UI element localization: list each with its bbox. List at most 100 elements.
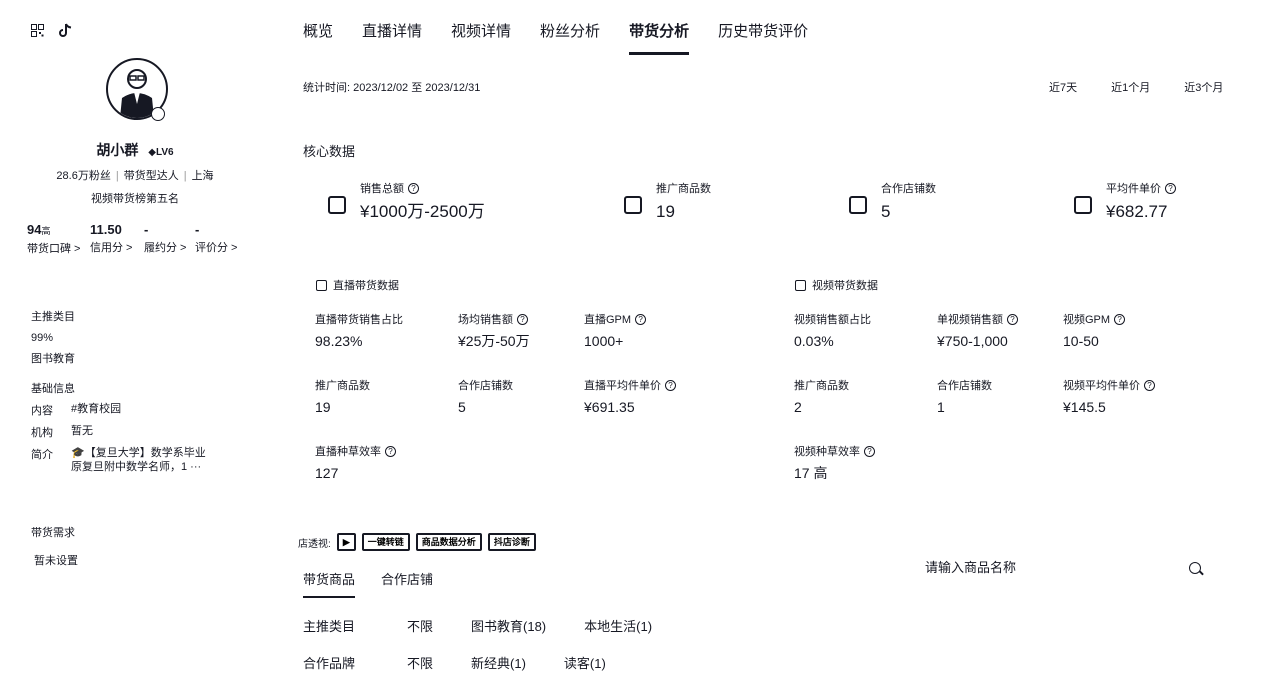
tools-label: 店透视: bbox=[298, 538, 331, 550]
core-value: ¥682.77 bbox=[1106, 202, 1168, 221]
creator-city: 上海 bbox=[191, 170, 214, 182]
level-label: LV6 bbox=[155, 147, 174, 158]
core-products: 推广商品数 19 bbox=[624, 182, 711, 224]
period-3m[interactable]: 近3个月 bbox=[1184, 79, 1223, 95]
score-credit[interactable]: 11.50 信用分 > bbox=[90, 222, 144, 257]
score-review[interactable]: - 评价分 > bbox=[195, 222, 250, 257]
metric-label: 直播GPM bbox=[584, 314, 632, 326]
filter-brand: 合作品牌 不限 新经典(1) 读客(1) bbox=[303, 653, 644, 672]
intro-line: 原复旦附中数学名师，1 ··· bbox=[71, 461, 202, 473]
period-1m[interactable]: 近1个月 bbox=[1111, 79, 1150, 95]
search-icon[interactable] bbox=[1189, 562, 1201, 574]
help-icon[interactable]: ? bbox=[635, 314, 647, 325]
score-reputation[interactable]: 94高 带货口碑 > bbox=[27, 222, 90, 257]
filter-option[interactable]: 新经典(1) bbox=[471, 653, 526, 672]
douyin-logo-icon[interactable] bbox=[59, 23, 72, 41]
tab-overview[interactable]: 概览 bbox=[303, 20, 333, 55]
help-icon[interactable]: ? bbox=[517, 314, 528, 325]
metric-label: 单视频销售额 bbox=[937, 314, 1003, 326]
product-analysis-button[interactable]: 商品数据分析 bbox=[415, 533, 482, 551]
filter-option[interactable]: 不限 bbox=[407, 616, 433, 635]
price-icon bbox=[1074, 196, 1092, 214]
metric-label: 场均销售额 bbox=[458, 314, 513, 326]
profile-meta: 28.6万粉丝 | 带货型达人 | 上海 bbox=[0, 167, 270, 183]
tab-shops[interactable]: 合作店铺 bbox=[381, 569, 433, 598]
score-value: 94 bbox=[27, 222, 42, 237]
help-icon[interactable]: ? bbox=[1165, 183, 1176, 194]
goods-search bbox=[925, 560, 1205, 580]
score-label: 履约分 > bbox=[144, 242, 187, 254]
metric-value: 98.23% bbox=[315, 333, 363, 349]
tab-fans-analysis[interactable]: 粉丝分析 bbox=[540, 20, 600, 55]
shop-diagnosis-button[interactable]: 抖店诊断 bbox=[487, 533, 536, 551]
filter-option[interactable]: 本地生活(1) bbox=[584, 616, 652, 635]
demand-title: 带货需求 bbox=[31, 527, 75, 539]
help-icon[interactable]: ? bbox=[1144, 380, 1155, 391]
rank-title: 视频带货榜第五名 bbox=[91, 193, 179, 205]
score-fulfillment[interactable]: - 履约分 > bbox=[144, 222, 195, 257]
score-label: 带货口碑 > bbox=[27, 243, 81, 255]
qrcode-icon[interactable] bbox=[31, 24, 44, 40]
filter-key: 合作品牌 bbox=[303, 656, 356, 671]
metric-value: ¥145.5 bbox=[1063, 399, 1106, 415]
info-value[interactable]: #教育校园 bbox=[71, 402, 231, 418]
main-category-title: 主推类目 bbox=[31, 311, 75, 323]
tab-sales-analysis[interactable]: 带货分析 bbox=[629, 20, 690, 55]
info-label: 简介 bbox=[31, 449, 53, 461]
video-title: 视频带货数据 bbox=[812, 280, 878, 292]
live-metric: 合作店铺数 5 bbox=[458, 379, 513, 416]
score-list: 94高 带货口碑 > 11.50 信用分 > - 履约分 > - 评价分 > bbox=[27, 222, 250, 257]
fans-count: 28.6万粉丝 bbox=[56, 170, 111, 182]
period-7d[interactable]: 近7天 bbox=[1049, 79, 1077, 95]
live-metric: 场均销售额? ¥25万-50万 bbox=[458, 313, 530, 350]
filter-option[interactable]: 图书教育(18) bbox=[471, 616, 546, 635]
shop-icon bbox=[849, 196, 867, 214]
stat-range-label: 统计时间: bbox=[303, 82, 351, 94]
help-icon[interactable]: ? bbox=[1007, 314, 1018, 325]
help-icon[interactable]: ? bbox=[408, 183, 419, 194]
video-metric: 推广商品数 2 bbox=[794, 379, 849, 416]
core-avg-price: 平均件单价? ¥682.77 bbox=[1074, 182, 1176, 224]
filter-option[interactable]: 读客(1) bbox=[564, 653, 606, 672]
metric-value: 1 bbox=[937, 399, 945, 415]
score-label: 信用分 > bbox=[90, 242, 133, 254]
tab-video-detail[interactable]: 视频详情 bbox=[451, 20, 511, 55]
metric-label: 视频平均件单价 bbox=[1063, 380, 1140, 392]
profile-name-row: 胡小群 ◆LV6 bbox=[0, 140, 270, 160]
metric-label: 视频种草效率 bbox=[794, 446, 860, 458]
main-category-name: 图书教育 bbox=[31, 353, 75, 365]
metric-value: ¥691.35 bbox=[584, 399, 635, 415]
video-icon bbox=[795, 279, 806, 291]
live-section-title: 直播带货数据 bbox=[316, 277, 399, 293]
help-icon[interactable]: ? bbox=[665, 380, 676, 391]
live-title: 直播带货数据 bbox=[333, 280, 399, 292]
search-input[interactable] bbox=[925, 560, 1175, 575]
core-value: ¥1000万-2500万 bbox=[360, 202, 485, 221]
info-value: 暂无 bbox=[71, 425, 93, 437]
info-intro-value[interactable]: 🎓【复旦大学】数学系毕业 原复旦附中数学名师，1 ··· bbox=[71, 446, 231, 474]
one-click-link-button[interactable]: 一键转链 bbox=[361, 533, 410, 551]
basic-info-title: 基础信息 bbox=[31, 383, 75, 395]
metric-label: 直播平均件单价 bbox=[584, 380, 661, 392]
tab-goods[interactable]: 带货商品 bbox=[303, 569, 356, 598]
score-value: - bbox=[195, 222, 200, 237]
help-icon[interactable]: ? bbox=[864, 446, 875, 457]
filter-option[interactable]: 不限 bbox=[407, 653, 433, 672]
tab-history-review[interactable]: 历史带货评价 bbox=[718, 20, 808, 55]
metric-label: 合作店铺数 bbox=[458, 380, 513, 392]
divider: | bbox=[183, 170, 187, 182]
live-icon bbox=[316, 279, 327, 291]
metric-label: 视频销售额占比 bbox=[794, 314, 871, 326]
tab-live-detail[interactable]: 直播详情 bbox=[362, 20, 422, 55]
help-icon[interactable]: ? bbox=[1114, 314, 1126, 325]
help-icon[interactable]: ? bbox=[385, 446, 396, 457]
metric-label: 推广商品数 bbox=[794, 380, 849, 392]
metric-value: 10-50 bbox=[1063, 333, 1099, 349]
play-icon[interactable]: ▶ bbox=[336, 533, 356, 551]
metric-value: ¥25万-50万 bbox=[458, 333, 530, 349]
core-label: 销售总额 bbox=[360, 183, 404, 195]
video-section-title: 视频带货数据 bbox=[795, 277, 878, 293]
score-value: 11.50 bbox=[90, 222, 122, 237]
info-content-row: 内容 #教育校园 bbox=[31, 402, 231, 418]
metric-label: 合作店铺数 bbox=[937, 380, 992, 392]
